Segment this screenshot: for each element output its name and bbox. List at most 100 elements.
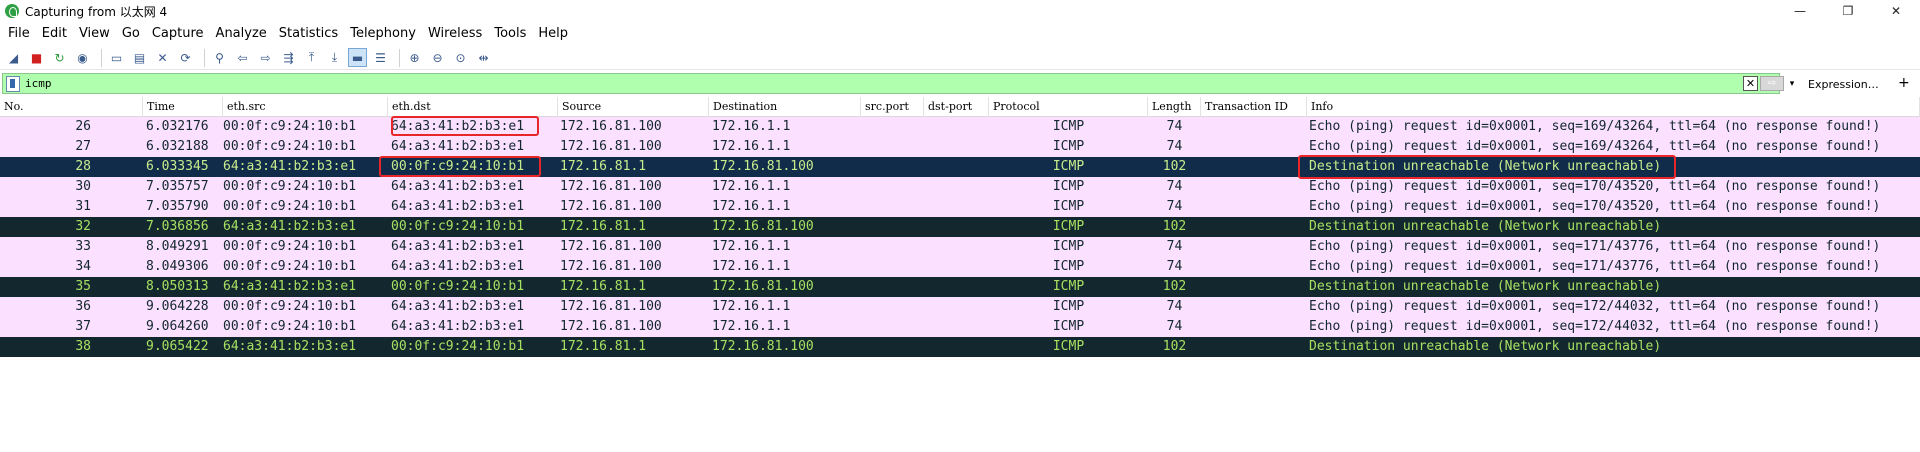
cell-no: 33 (75, 239, 91, 254)
add-filter-button[interactable]: + (1898, 74, 1910, 93)
colorize-icon[interactable]: ☰ (371, 48, 390, 67)
cell-dst: 172.16.81.100 (712, 339, 814, 354)
column-header-destination[interactable]: Destination (709, 97, 861, 117)
cell-info: Echo (ping) request id=0x0001, seq=172/4… (1309, 299, 1881, 314)
cell-time: 9.064228 (146, 299, 209, 314)
cell-src: 172.16.81.1 (560, 279, 647, 294)
cell-no: 27 (75, 139, 91, 154)
cell-time: 6.032188 (146, 139, 209, 154)
cell-src: 172.16.81.100 (560, 179, 662, 194)
menu-telephony[interactable]: Telephony (344, 23, 422, 45)
cell-eth-src: 00:0f:c9:24:10:b1 (223, 199, 357, 214)
column-header-length[interactable]: Length (1148, 97, 1201, 117)
menu-view[interactable]: View (73, 23, 116, 45)
reload-file-icon[interactable]: ⟳ (176, 48, 195, 67)
menu-statistics[interactable]: Statistics (273, 23, 344, 45)
menu-wireless[interactable]: Wireless (422, 23, 488, 45)
cell-eth-src: 00:0f:c9:24:10:b1 (223, 319, 357, 334)
maximize-button[interactable]: ❐ (1824, 0, 1872, 22)
cell-len: 74 (1166, 259, 1183, 274)
cell-info: Echo (ping) request id=0x0001, seq=171/4… (1309, 259, 1881, 274)
zoom-normal-icon[interactable]: ⊙ (451, 48, 470, 67)
menu-help[interactable]: Help (532, 23, 574, 45)
cell-info: Echo (ping) request id=0x0001, seq=169/4… (1309, 119, 1881, 134)
packet-row[interactable]: 31 7.035790 00:0f:c9:24:10:b1 64:a3:41:b2:b… (0, 197, 1920, 217)
cell-eth-src: 00:0f:c9:24:10:b1 (223, 139, 357, 154)
cell-proto: ICMP (1052, 259, 1085, 274)
go-to-packet-icon[interactable]: ⇶ (279, 48, 298, 67)
column-header-eth-src[interactable]: eth.src (223, 97, 388, 117)
autoscroll-icon[interactable]: ▬ (348, 48, 367, 67)
packet-list[interactable]: No. Time eth.src eth.dst Source Destination sr… (0, 97, 1920, 452)
apply-filter-icon[interactable]: ⇨ (1760, 76, 1784, 91)
menu-analyze[interactable]: Analyze (210, 23, 273, 45)
toolbar-separator (101, 48, 102, 67)
open-file-icon[interactable]: ▭ (107, 48, 126, 67)
cell-len: 74 (1166, 319, 1183, 334)
cell-no: 36 (75, 299, 91, 314)
resize-columns-icon[interactable]: ⇹ (474, 48, 493, 67)
cell-info: Echo (ping) request id=0x0001, seq=169/4… (1309, 139, 1881, 154)
column-header-src-port[interactable]: src.port (861, 97, 924, 117)
zoom-in-icon[interactable]: ⊕ (405, 48, 424, 67)
go-forward-icon[interactable]: ⇨ (256, 48, 275, 67)
packet-row[interactable]: 26 6.032176 00:0f:c9:24:10:b1 64:a3:41:b2:b… (0, 117, 1920, 137)
column-header-no[interactable]: No. (0, 97, 143, 117)
cell-no: 30 (75, 179, 91, 194)
cell-time: 8.050313 (146, 279, 209, 294)
minimize-button[interactable]: — (1776, 0, 1824, 22)
column-header-time[interactable]: Time (143, 97, 223, 117)
expression-button[interactable]: Expression… (1808, 75, 1879, 94)
clear-filter-icon[interactable]: ✕ (1743, 76, 1758, 91)
cell-no: 38 (75, 339, 91, 354)
find-packet-icon[interactable]: ⚲ (210, 48, 229, 67)
column-header-source[interactable]: Source (558, 97, 709, 117)
cell-info: Echo (ping) request id=0x0001, seq=172/4… (1309, 319, 1881, 334)
packet-row[interactable]: 27 6.032188 00:0f:c9:24:10:b1 64:a3:41:b2:b… (0, 137, 1920, 157)
cell-dst: 172.16.1.1 (712, 239, 791, 254)
cell-proto: ICMP (1052, 299, 1085, 314)
close-file-icon[interactable]: ✕ (153, 48, 172, 67)
restart-capture-icon[interactable]: ↻ (50, 48, 69, 67)
packet-row[interactable]: 37 9.064260 00:0f:c9:24:10:b1 64:a3:41:b2:b… (0, 317, 1920, 337)
first-packet-icon[interactable]: ⤒ (302, 48, 321, 67)
column-header-info[interactable]: Info (1307, 97, 1920, 117)
cell-eth-src: 64:a3:41:b2:b3:e1 (223, 219, 357, 234)
packet-row[interactable]: 30 7.035757 00:0f:c9:24:10:b1 64:a3:41:b2:b… (0, 177, 1920, 197)
packet-row[interactable]: 34 8.049306 00:0f:c9:24:10:b1 64:a3:41:b2:b… (0, 257, 1920, 277)
menu-edit[interactable]: Edit (36, 23, 73, 45)
last-packet-icon[interactable]: ⤓ (325, 48, 344, 67)
cell-eth-dst: 64:a3:41:b2:b3:e1 (391, 139, 525, 154)
start-capture-icon[interactable]: ◢ (4, 48, 23, 67)
display-filter-field[interactable] (2, 73, 1780, 94)
packet-row[interactable]: 38 9.065422 64:a3:41:b2:b3:e1 00:0f:c9:24:1… (0, 337, 1920, 357)
column-header-eth-dst[interactable]: eth.dst (388, 97, 558, 117)
menu-tools[interactable]: Tools (488, 23, 532, 45)
go-back-icon[interactable]: ⇦ (233, 48, 252, 67)
close-button[interactable]: ✕ (1872, 0, 1920, 22)
column-header-protocol[interactable]: Protocol (989, 97, 1148, 117)
filter-bookmark-icon[interactable] (6, 75, 20, 92)
zoom-out-icon[interactable]: ⊖ (428, 48, 447, 67)
capture-options-icon[interactable]: ◉ (73, 48, 92, 67)
cell-proto: ICMP (1052, 339, 1085, 354)
cell-len: 74 (1166, 179, 1183, 194)
stop-capture-icon[interactable]: ■ (27, 48, 46, 67)
cell-len: 74 (1166, 139, 1183, 154)
column-header-dst-port[interactable]: dst-port (924, 97, 989, 117)
column-header-transaction-id[interactable]: Transaction ID (1201, 97, 1307, 117)
menu-file[interactable]: File (2, 23, 36, 45)
cell-time: 7.036856 (146, 219, 209, 234)
filter-history-dropdown-icon[interactable]: ▾ (1786, 76, 1798, 91)
cell-len: 102 (1162, 279, 1187, 294)
packet-row[interactable]: 36 9.064228 00:0f:c9:24:10:b1 64:a3:41:b2:b… (0, 297, 1920, 317)
packet-row[interactable]: 33 8.049291 00:0f:c9:24:10:b1 64:a3:41:b2:b… (0, 237, 1920, 257)
packet-row[interactable]: 35 8.050313 64:a3:41:b2:b3:e1 00:0f:c9:24:1… (0, 277, 1920, 297)
menu-go[interactable]: Go (116, 23, 146, 45)
display-filter-input[interactable] (25, 77, 1725, 90)
save-file-icon[interactable]: ▤ (130, 48, 149, 67)
packet-row[interactable]: 32 7.036856 64:a3:41:b2:b3:e1 00:0f:c9:24:1… (0, 217, 1920, 237)
cell-len: 74 (1166, 239, 1183, 254)
cell-dst: 172.16.1.1 (712, 259, 791, 274)
menu-capture[interactable]: Capture (146, 23, 210, 45)
